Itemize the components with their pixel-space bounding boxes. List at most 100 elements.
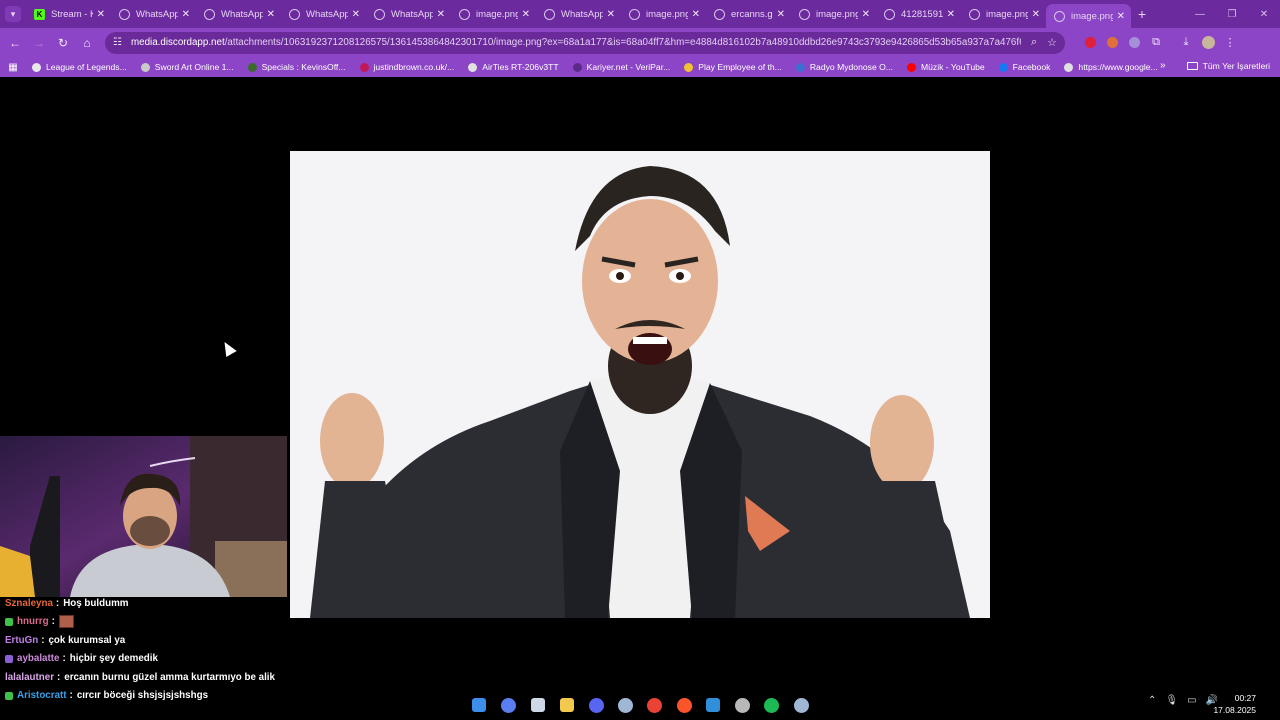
bookmark-favicon-icon [684,62,694,72]
microphone-icon[interactable]: 🎙 [1165,695,1178,706]
bookmark-label: Sword Art Online 1... [154,62,234,72]
app-glyph [559,698,574,712]
close-tab-icon[interactable]: ✕ [522,9,530,20]
chat-username[interactable]: aybalatte [17,653,59,664]
profile-avatar[interactable] [1197,32,1219,54]
home-button[interactable]: ⌂ [75,31,99,55]
excited-man-photo [290,151,990,618]
tab-title: ercanns.gi [731,8,773,20]
chat-username[interactable]: ErtuGn [5,635,38,646]
bookmark-item[interactable]: AirTies RT-206v3TT [468,62,559,72]
tab-title: WhatsApp [306,8,348,20]
steam-icon[interactable] [789,694,813,716]
bookmark-favicon-icon [795,62,805,72]
close-tab-icon[interactable]: ✕ [862,9,870,20]
folder-icon[interactable] [555,694,579,716]
close-tab-icon[interactable]: ✕ [777,9,785,20]
network-icon[interactable]: ▭ [1187,695,1196,706]
browser-tab[interactable]: WhatsApp ✕ [536,0,621,28]
browser-tab[interactable]: image.png ✕ [1046,4,1131,28]
chevron-down-icon: ▾ [5,6,21,22]
image-preview[interactable] [290,151,990,618]
extension-adblock-icon[interactable] [1079,32,1101,54]
browser-tab[interactable]: image.png ✕ [791,0,876,28]
chat-username[interactable]: Sznaleyna [5,598,53,609]
menu-kebab-icon[interactable]: ⋮ [1219,32,1241,54]
browser-tab[interactable]: WhatsApp ✕ [281,0,366,28]
bookmark-item[interactable]: Radyo Mydonose O... [795,62,893,72]
browser-tab[interactable]: WhatsApp ✕ [366,0,451,28]
reload-button[interactable]: ↻ [51,31,75,55]
globe-icon [544,8,555,20]
site-info-icon[interactable]: ☷ [113,37,125,48]
chat-username[interactable]: hnurrg [17,616,49,627]
steam-icon[interactable] [613,694,637,716]
all-bookmarks-folder[interactable]: Tüm Yer İşaretleri [1186,61,1270,71]
new-tab-button[interactable]: + [1131,6,1153,22]
close-tab-icon[interactable]: ✕ [607,9,615,20]
store-icon[interactable] [526,694,550,716]
bookmark-item[interactable]: League of Legends... [32,62,127,72]
app-glyph [617,697,633,713]
photos-icon[interactable] [701,694,725,716]
close-tab-icon[interactable]: ✕ [1117,11,1125,22]
app-glyph [735,697,751,713]
browser-tab[interactable]: WhatsApp ✕ [111,0,196,28]
spotify-icon[interactable] [760,694,784,716]
minimize-button[interactable]: — [1184,9,1216,20]
bookmark-label: League of Legends... [46,62,127,72]
copilot-icon[interactable] [496,694,520,716]
chrome-icon[interactable] [643,694,667,716]
tab-title: WhatsApp [136,8,178,20]
address-bar[interactable]: ☷ media.discordapp.net/attachments/10631… [105,31,1065,54]
tab-title: image.png [646,8,688,20]
more-bookmarks-button[interactable]: » [1160,60,1166,71]
close-tab-icon[interactable]: ✕ [692,9,700,20]
close-tab-icon[interactable]: ✕ [267,9,275,20]
brave-icon[interactable] [672,694,696,716]
windows-start-icon[interactable] [467,694,491,716]
bookmark-item[interactable]: Kariyer.net - VeriPar... [572,62,671,72]
tab-search-button[interactable]: ▾ [0,0,26,28]
download-icon[interactable]: ⤓ [1175,32,1197,54]
back-button[interactable]: ← [3,31,27,55]
close-tab-icon[interactable]: ✕ [97,9,105,20]
close-tab-icon[interactable]: ✕ [1032,9,1040,20]
chat-username[interactable]: lalalautner [5,672,54,683]
bookmark-item[interactable]: Sword Art Online 1... [140,62,234,72]
browser-tab[interactable]: image.png ✕ [961,0,1046,28]
bookmark-item[interactable]: Play Employee of th... [684,62,782,72]
close-tab-icon[interactable]: ✕ [437,9,445,20]
bookmark-item[interactable]: Müzik - YouTube [906,62,985,72]
browser-tab[interactable]: ercanns.gi ✕ [706,0,791,28]
chat-badge-icon [5,617,13,626]
browser-tab[interactable]: WhatsApp ✕ [196,0,281,28]
close-tab-icon[interactable]: ✕ [947,9,955,20]
settings-icon[interactable] [731,694,755,716]
show-hidden-icons-button[interactable]: ⌃ [1148,695,1156,706]
zoom-icon[interactable]: ⌕ [1031,36,1037,49]
bookmark-item[interactable]: justindbrown.co.uk/... [359,62,454,72]
forward-button[interactable]: → [27,31,51,55]
close-tab-icon[interactable]: ✕ [182,9,190,20]
globe-icon [119,8,130,20]
extension-fox-icon[interactable] [1101,32,1123,54]
close-window-button[interactable]: ✕ [1248,9,1280,20]
browser-tab[interactable]: image.png ✕ [451,0,536,28]
browser-tab[interactable]: K Stream - K ✕ [26,0,111,28]
taskbar-clock[interactable]: 00:27 17.08.2025 [1213,692,1256,716]
browser-tab[interactable]: image.png ✕ [621,0,706,28]
bookmark-item[interactable]: Facebook [998,62,1050,72]
bookmark-label: Kariyer.net - VeriPar... [586,62,671,72]
bookmark-item[interactable]: Specials : KevinsOff... [247,62,346,72]
close-tab-icon[interactable]: ✕ [352,9,360,20]
bookmark-star-icon[interactable]: ☆ [1047,36,1057,49]
browser-tab[interactable]: 41281591 ✕ [876,0,961,28]
extension-cloud-icon[interactable] [1123,32,1145,54]
maximize-button[interactable]: ❐ [1216,9,1248,20]
discord-icon[interactable] [584,694,608,716]
apps-grid-icon[interactable]: ▦ [0,62,26,73]
bookmark-item[interactable]: https://www.google... [1064,62,1158,72]
chat-emote-icon [58,615,74,629]
extensions-puzzle-icon[interactable]: ⧉ [1145,32,1167,54]
